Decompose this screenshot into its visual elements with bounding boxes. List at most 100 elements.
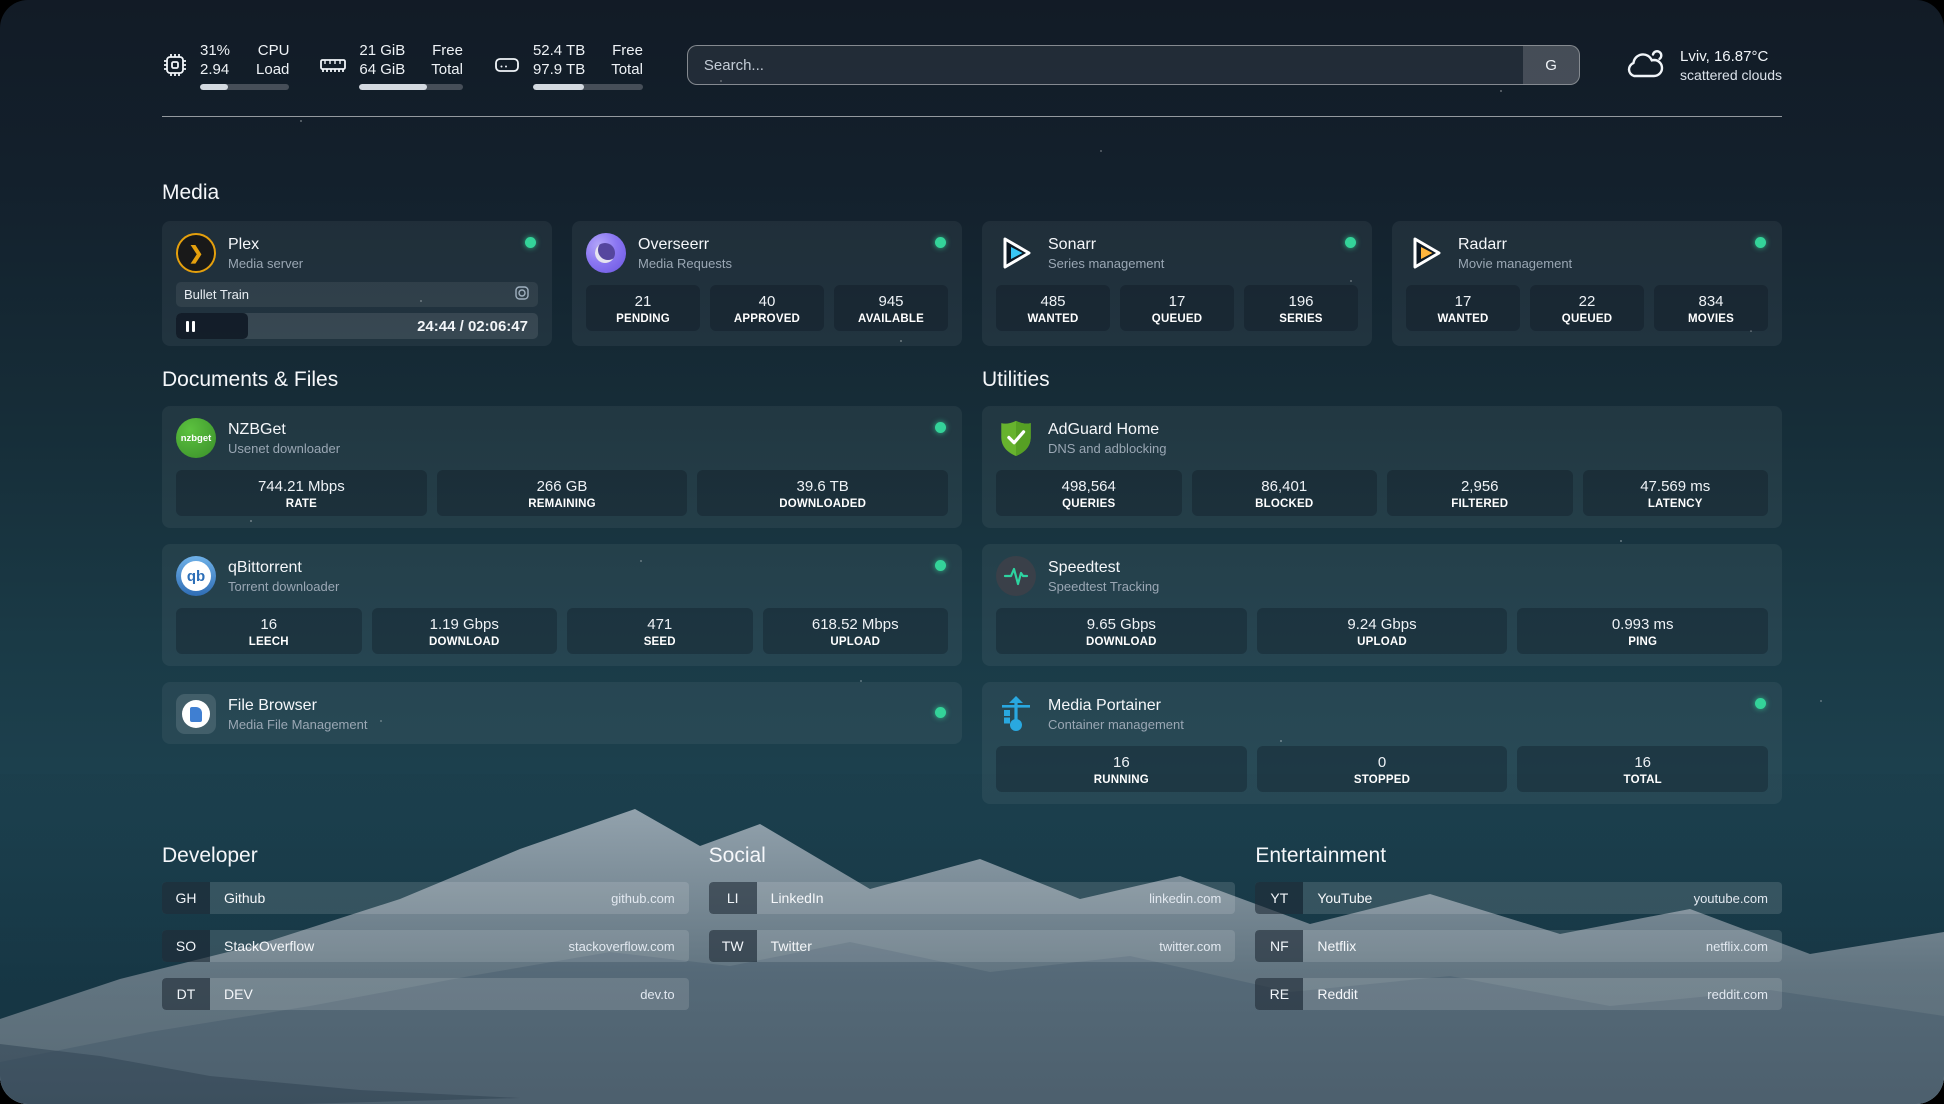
bookmark-group-title: Social bbox=[709, 844, 1236, 868]
disk-icon bbox=[493, 52, 521, 78]
bookmark-name: YouTube bbox=[1303, 890, 1693, 906]
bookmark-url: dev.to bbox=[640, 987, 688, 1002]
service-name: NZBGet bbox=[228, 420, 340, 440]
now-playing-view-icon[interactable] bbox=[514, 285, 530, 304]
filebrowser-icon bbox=[176, 694, 216, 734]
memory-free-label: Free bbox=[431, 41, 463, 60]
header-divider bbox=[162, 116, 1782, 117]
bookmark-name: Reddit bbox=[1303, 986, 1707, 1002]
bookmark-youtube[interactable]: YT YouTube youtube.com bbox=[1255, 882, 1782, 914]
stat-blocked: 86,401 BLOCKED bbox=[1192, 470, 1378, 516]
service-card-qbittorrent[interactable]: qb qBittorrent Torrent downloader 16 bbox=[162, 544, 962, 666]
bookmark-url: netflix.com bbox=[1706, 939, 1782, 954]
cloud-icon bbox=[1624, 46, 1666, 85]
radarr-icon bbox=[1406, 233, 1446, 273]
bookmark-netflix[interactable]: NF Netflix netflix.com bbox=[1255, 930, 1782, 962]
service-card-overseerr[interactable]: Overseerr Media Requests 21 PENDING 40 A… bbox=[572, 221, 962, 346]
service-description: Speedtest Tracking bbox=[1048, 578, 1159, 595]
bookmark-url: linkedin.com bbox=[1149, 891, 1235, 906]
bookmark-url: stackoverflow.com bbox=[568, 939, 688, 954]
disk-free-label: Free bbox=[611, 41, 643, 60]
bookmark-abbr: NF bbox=[1255, 930, 1303, 962]
service-card-sonarr[interactable]: Sonarr Series management 485 WANTED 17 Q… bbox=[982, 221, 1372, 346]
snow-particles bbox=[0, 0, 2, 2]
dashboard-window: 31% 2.94 CPU Load bbox=[0, 0, 1944, 1104]
cpu-progress-fill bbox=[200, 84, 228, 90]
memory-progress-track bbox=[359, 84, 463, 90]
player-progress-bar[interactable]: 24:44 / 02:06:47 bbox=[176, 313, 538, 339]
service-card-filebrowser[interactable]: File Browser Media File Management bbox=[162, 682, 962, 744]
status-dot bbox=[525, 237, 536, 248]
service-description: Media server bbox=[228, 255, 303, 272]
service-description: DNS and adblocking bbox=[1048, 440, 1167, 457]
service-name: Sonarr bbox=[1048, 235, 1164, 255]
bookmark-linkedin[interactable]: LI LinkedIn linkedin.com bbox=[709, 882, 1236, 914]
bookmark-name: Twitter bbox=[757, 938, 1160, 954]
memory-free-value: 21 GiB bbox=[359, 41, 405, 60]
stat-rate: 744.21 Mbps RATE bbox=[176, 470, 427, 516]
disk-widget: 52.4 TB 97.9 TB Free Total bbox=[493, 41, 643, 90]
disk-total-value: 97.9 TB bbox=[533, 60, 585, 79]
bookmark-name: Github bbox=[210, 890, 611, 906]
bookmark-stackoverflow[interactable]: SO StackOverflow stackoverflow.com bbox=[162, 930, 689, 962]
cpu-load-label: Load bbox=[256, 60, 289, 79]
now-playing-row: Bullet Train bbox=[176, 282, 538, 307]
stat-downloaded: 39.6 TB DOWNLOADED bbox=[697, 470, 948, 516]
service-name: Overseerr bbox=[638, 235, 732, 255]
weather-widget[interactable]: Lviv, 16.87°C scattered clouds bbox=[1624, 46, 1782, 85]
service-card-plex[interactable]: ❯ Plex Media server Bullet Train bbox=[162, 221, 552, 346]
stat-latency: 47.569 ms LATENCY bbox=[1583, 470, 1769, 516]
player-time: 24:44 / 02:06:47 bbox=[417, 318, 528, 335]
service-description: Torrent downloader bbox=[228, 578, 339, 595]
search-provider-button[interactable]: G bbox=[1523, 46, 1579, 84]
status-dot bbox=[935, 707, 946, 718]
stat-seed: 471 SEED bbox=[567, 608, 753, 654]
status-dot bbox=[935, 422, 946, 433]
stat-total: 16 TOTAL bbox=[1517, 746, 1768, 792]
bookmark-abbr: LI bbox=[709, 882, 757, 914]
disk-progress-fill bbox=[533, 84, 584, 90]
bookmark-name: StackOverflow bbox=[210, 938, 568, 954]
bookmark-github[interactable]: GH Github github.com bbox=[162, 882, 689, 914]
now-playing-title: Bullet Train bbox=[184, 287, 514, 302]
service-card-radarr[interactable]: Radarr Movie management 17 WANTED 22 QUE… bbox=[1392, 221, 1782, 346]
stat-remaining: 266 GB REMAINING bbox=[437, 470, 688, 516]
stat-queued: 17 QUEUED bbox=[1120, 285, 1234, 331]
disk-total-label: Total bbox=[611, 60, 643, 79]
weather-condition: scattered clouds bbox=[1680, 67, 1782, 83]
search-input[interactable] bbox=[688, 46, 1523, 84]
service-card-speedtest[interactable]: Speedtest Speedtest Tracking 9.65 Gbps D… bbox=[982, 544, 1782, 666]
service-name: Plex bbox=[228, 235, 303, 255]
sonarr-icon bbox=[996, 233, 1036, 273]
bookmark-group-entertainment: Entertainment YT YouTube youtube.com NF … bbox=[1255, 844, 1782, 1010]
pause-icon[interactable] bbox=[176, 321, 205, 332]
service-card-nzbget[interactable]: nzbget NZBGet Usenet downloader 744.21 M… bbox=[162, 406, 962, 528]
bookmark-abbr: SO bbox=[162, 930, 210, 962]
memory-total-value: 64 GiB bbox=[359, 60, 405, 79]
service-card-adguard[interactable]: AdGuard Home DNS and adblocking 498,564 … bbox=[982, 406, 1782, 528]
service-name: File Browser bbox=[228, 696, 367, 716]
memory-icon bbox=[319, 52, 347, 78]
status-dot bbox=[935, 560, 946, 571]
bookmark-abbr: GH bbox=[162, 882, 210, 914]
stat-upload: 618.52 Mbps UPLOAD bbox=[763, 608, 949, 654]
stat-ping: 0.993 ms PING bbox=[1517, 608, 1768, 654]
stat-leech: 16 LEECH bbox=[176, 608, 362, 654]
memory-widget: 21 GiB 64 GiB Free Total bbox=[319, 41, 463, 90]
stat-movies: 834 MOVIES bbox=[1654, 285, 1768, 331]
search-bar: G bbox=[687, 45, 1580, 85]
bookmark-twitter[interactable]: TW Twitter twitter.com bbox=[709, 930, 1236, 962]
bookmark-reddit[interactable]: RE Reddit reddit.com bbox=[1255, 978, 1782, 1010]
service-description: Usenet downloader bbox=[228, 440, 340, 457]
bookmark-dev[interactable]: DT DEV dev.to bbox=[162, 978, 689, 1010]
bookmark-group-title: Entertainment bbox=[1255, 844, 1782, 868]
cpu-usage-value: 31% bbox=[200, 41, 230, 60]
section-title-documents: Documents & Files bbox=[162, 368, 962, 392]
service-card-portainer[interactable]: Media Portainer Container management 16 … bbox=[982, 682, 1782, 804]
bookmark-name: Netflix bbox=[1303, 938, 1706, 954]
status-dot bbox=[935, 237, 946, 248]
memory-progress-fill bbox=[359, 84, 426, 90]
stat-series: 196 SERIES bbox=[1244, 285, 1358, 331]
bookmark-url: youtube.com bbox=[1694, 891, 1782, 906]
status-dot bbox=[1755, 237, 1766, 248]
